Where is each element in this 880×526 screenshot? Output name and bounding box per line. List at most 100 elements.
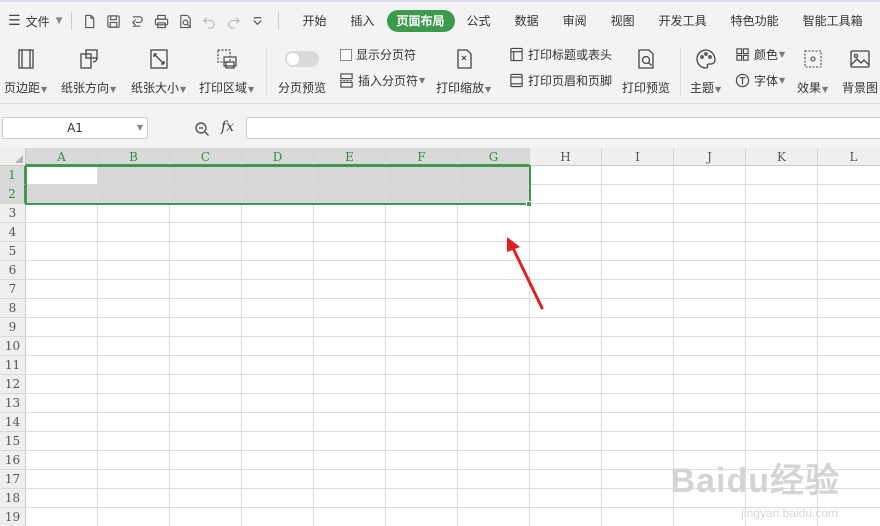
spreadsheet-grid[interactable]: ABCDEFGHIJKL 1 2 3 4 5 6 7 8 9 10 11 12 13 14 15 16 17 18… [0, 148, 880, 526]
insert-page-break-button[interactable]: 插入分页符 ▼ [338, 72, 425, 89]
file-menu[interactable]: ☰ 文件 ▼ [0, 2, 63, 40]
row-header-4[interactable]: 4 [0, 223, 26, 242]
print-titles-icon [508, 47, 524, 63]
show-page-breaks-label: 显示分页符 [356, 48, 417, 62]
print-preview-icon [633, 46, 659, 72]
row-header-6[interactable]: 6 [0, 261, 26, 280]
background-image-button[interactable]: 背景图 [842, 46, 878, 96]
paper-size-button[interactable]: 纸张大小▼ [131, 46, 186, 96]
print-titles-button[interactable]: 打印标题或表头 [508, 46, 612, 63]
row-header-10[interactable]: 10 [0, 337, 26, 356]
row-header-16[interactable]: 16 [0, 451, 26, 470]
grid-row-line [26, 355, 880, 356]
tab-home[interactable]: 开始 [291, 10, 339, 32]
column-header-g[interactable]: G [458, 148, 530, 166]
redo-icon[interactable] [222, 9, 246, 33]
grid-row-line [26, 260, 880, 261]
column-header-j[interactable]: J [674, 148, 746, 166]
undo-icon[interactable] [198, 9, 222, 33]
page-break-toggle[interactable] [285, 51, 319, 67]
grid-column-line [169, 166, 170, 526]
print-titles-label: 打印标题或表头 [528, 48, 613, 62]
column-header-i[interactable]: I [602, 148, 674, 166]
print-preview-button[interactable]: 打印预览 [622, 46, 670, 96]
effects-button[interactable]: 效果▼ [797, 46, 828, 96]
row-header-7[interactable]: 7 [0, 280, 26, 299]
tab-page-layout[interactable]: 页面布局 [386, 10, 455, 32]
selection-border [25, 165, 531, 205]
column-header-e[interactable]: E [314, 148, 386, 166]
toggle-switch[interactable] [282, 46, 322, 72]
column-header-h[interactable]: H [530, 148, 602, 166]
fonts-button[interactable]: 字体 ▼ [734, 72, 785, 89]
row-header-2[interactable]: 2 [0, 185, 26, 204]
show-page-breaks-checkbox[interactable]: 显示分页符 [340, 46, 416, 63]
tab-review[interactable]: 审阅 [551, 10, 599, 32]
column-header-f[interactable]: F [386, 148, 458, 166]
row-header-11[interactable]: 11 [0, 356, 26, 375]
print-scaling-label: 打印缩放 [436, 81, 485, 95]
row-header-14[interactable]: 14 [0, 413, 26, 432]
row-header-17[interactable]: 17 [0, 470, 26, 489]
tab-developer[interactable]: 开发工具 [647, 10, 719, 32]
save-icon[interactable] [102, 9, 126, 33]
new-file-icon[interactable] [78, 9, 102, 33]
print-scaling-button[interactable]: 打印缩放▼ [436, 46, 491, 96]
background-image-label: 背景图 [842, 81, 879, 95]
tab-insert[interactable]: 插入 [339, 10, 387, 32]
grid-row-line [26, 431, 880, 432]
row-header-12[interactable]: 12 [0, 375, 26, 394]
fill-handle[interactable] [526, 201, 532, 207]
tab-special-features[interactable]: 特色功能 [719, 10, 791, 32]
print-icon[interactable] [150, 9, 174, 33]
tab-data[interactable]: 数据 [503, 10, 551, 32]
row-header-18[interactable]: 18 [0, 489, 26, 508]
print-area-button[interactable]: 打印区域▼ [199, 46, 254, 96]
theme-button[interactable]: 主题▼ [690, 46, 721, 96]
row-header-19[interactable]: 19 [0, 508, 26, 526]
column-header-c[interactable]: C [170, 148, 242, 166]
column-header-l[interactable]: L [818, 148, 880, 166]
row-header-8[interactable]: 8 [0, 299, 26, 318]
select-all-corner[interactable] [0, 148, 26, 166]
tab-formulas[interactable]: 公式 [455, 10, 503, 32]
effects-icon [800, 46, 826, 72]
column-header-b[interactable]: B [98, 148, 170, 166]
column-header-a[interactable]: A [26, 148, 98, 166]
grid-row-line [26, 393, 880, 394]
checkbox-icon[interactable] [340, 48, 352, 61]
print-preview-quick-icon[interactable] [174, 9, 198, 33]
colors-button[interactable]: 颜色 ▼ [734, 46, 785, 63]
row-header-9[interactable]: 9 [0, 318, 26, 337]
margins-button[interactable]: 页边距▼ [4, 46, 47, 96]
menu-separator [277, 12, 279, 30]
row-header-13[interactable]: 13 [0, 394, 26, 413]
grid-row-line [26, 241, 880, 242]
page-break-preview-button[interactable]: 分页预览 [278, 46, 326, 96]
menu-bar: ☰ 文件 ▼ 开始 插入 页面布局 公式 数据 审阅 视图 开发工具 特色功能 … [0, 0, 880, 40]
insert-function-button[interactable]: fx [221, 119, 234, 135]
orientation-button[interactable]: 纸张方向▼ [61, 46, 116, 96]
font-icon [734, 73, 750, 89]
paper-size-icon [146, 46, 172, 72]
formula-input[interactable] [246, 117, 880, 139]
customize-toolbar-icon[interactable] [246, 9, 270, 33]
zoom-search-icon[interactable] [194, 121, 210, 137]
grid-column-line [601, 166, 602, 526]
column-header-d[interactable]: D [242, 148, 314, 166]
fonts-label: 字体 [754, 74, 779, 88]
row-header-15[interactable]: 15 [0, 432, 26, 451]
tab-smart-toolbox[interactable]: 智能工具箱 [791, 10, 875, 32]
export-icon[interactable] [126, 9, 150, 33]
insert-page-break-label: 插入分页符 [358, 74, 419, 88]
grid-row-line [26, 336, 880, 337]
page-break-icon [338, 73, 354, 89]
row-header-1[interactable]: 1 [0, 166, 26, 185]
column-header-k[interactable]: K [746, 148, 818, 166]
row-header-5[interactable]: 5 [0, 242, 26, 261]
chevron-down-icon[interactable]: ▼ [137, 118, 143, 138]
header-footer-button[interactable]: 打印页眉和页脚 [508, 72, 612, 89]
name-box[interactable]: A1 ▼ [2, 117, 148, 139]
row-header-3[interactable]: 3 [0, 204, 26, 223]
tab-view[interactable]: 视图 [599, 10, 647, 32]
